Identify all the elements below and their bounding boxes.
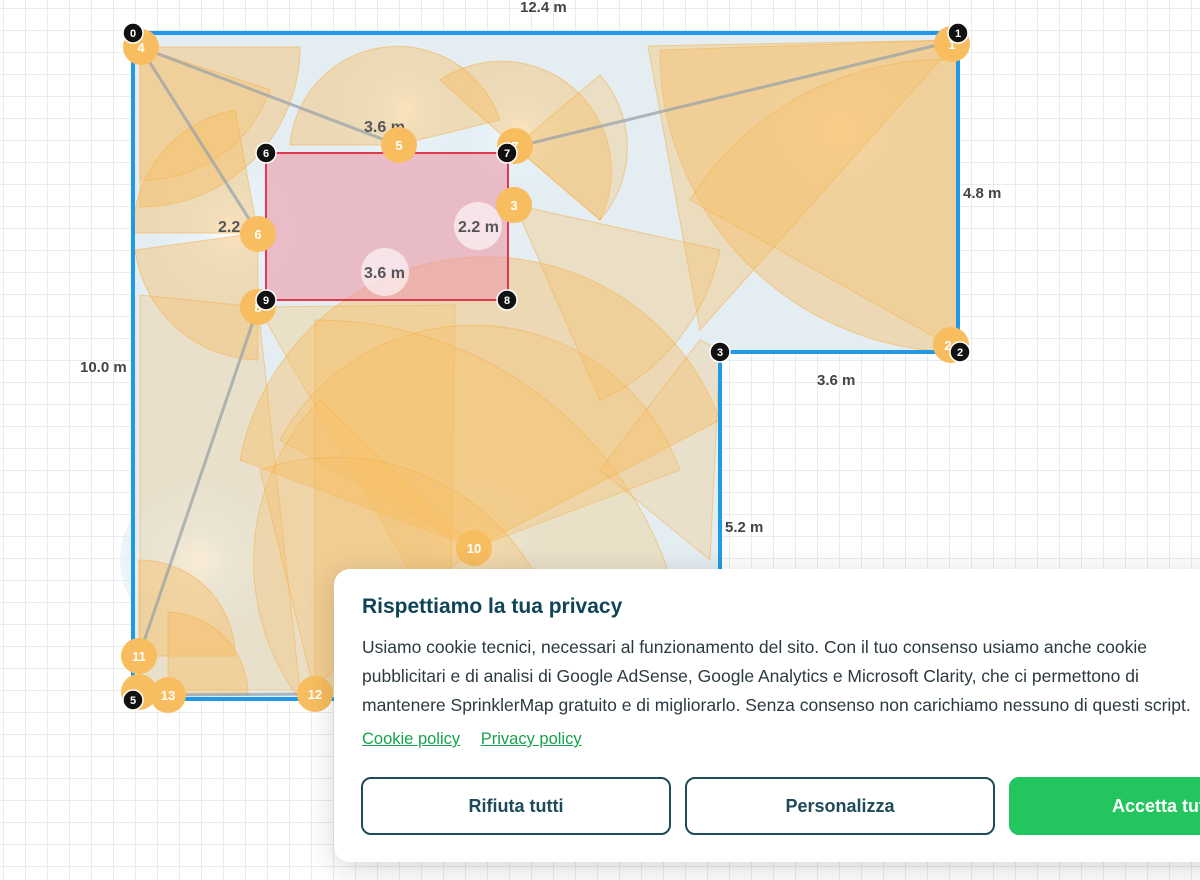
vertex-6[interactable]: 6 bbox=[255, 142, 277, 164]
vertex-8[interactable]: 8 bbox=[496, 289, 518, 311]
svg-text:8: 8 bbox=[504, 295, 510, 307]
svg-text:1: 1 bbox=[955, 28, 961, 40]
sprinkler-5[interactable]: 5 bbox=[381, 127, 417, 163]
svg-text:3: 3 bbox=[717, 347, 723, 359]
reject-all-button[interactable]: Rifiuta tutti bbox=[361, 777, 671, 835]
cookie-banner-links: Cookie policy Privacy policy bbox=[362, 730, 1200, 749]
customize-button[interactable]: Personalizza bbox=[685, 777, 995, 835]
dim-inner-step: 3.6 m bbox=[817, 372, 855, 389]
sprinkler-13[interactable]: 13 bbox=[150, 677, 186, 713]
obstacle-dim-center: 3.6 m bbox=[364, 265, 405, 282]
sprinkler-11[interactable]: 11 bbox=[121, 638, 157, 674]
cookie-banner-title: Rispettiamo la tua privacy bbox=[362, 595, 623, 618]
vertex-9[interactable]: 9 bbox=[255, 289, 277, 311]
sprinkler-3[interactable]: 3 bbox=[496, 187, 532, 223]
svg-text:2: 2 bbox=[957, 347, 963, 359]
accept-all-button[interactable]: Accetta tutti bbox=[1009, 777, 1200, 835]
cookie-consent-banner: Rispettiamo la tua privacy Usiamo cookie… bbox=[334, 569, 1200, 862]
svg-text:10: 10 bbox=[467, 541, 481, 556]
svg-text:7: 7 bbox=[504, 148, 510, 160]
cookie-banner-text: Usiamo cookie tecnici, necessari al funz… bbox=[362, 637, 1191, 715]
dim-right-upper: 4.8 m bbox=[963, 185, 1001, 202]
cookie-banner-actions: Rifiuta tutti Personalizza Accetta tutti bbox=[361, 777, 1200, 835]
vertex-0[interactable]: 0 bbox=[122, 22, 144, 44]
vertex-2[interactable]: 2 bbox=[949, 341, 971, 363]
dim-right-lower: 5.2 m bbox=[725, 519, 763, 536]
vertex-7[interactable]: 7 bbox=[496, 142, 518, 164]
svg-text:6: 6 bbox=[263, 148, 269, 160]
cookie-policy-link[interactable]: Cookie policy bbox=[362, 730, 460, 748]
vertex-3[interactable]: 3 bbox=[709, 341, 731, 363]
svg-text:11: 11 bbox=[132, 649, 146, 664]
dim-top: 12.4 m bbox=[520, 0, 567, 16]
vertex-1[interactable]: 1 bbox=[947, 22, 969, 44]
sprinkler-10[interactable]: 10 bbox=[456, 530, 492, 566]
privacy-policy-link[interactable]: Privacy policy bbox=[481, 730, 582, 748]
svg-text:6: 6 bbox=[254, 227, 261, 242]
obstacle-dim-left: 2.2 bbox=[218, 219, 240, 236]
svg-text:3: 3 bbox=[510, 198, 517, 213]
svg-text:12: 12 bbox=[308, 687, 322, 702]
svg-text:5: 5 bbox=[395, 138, 402, 153]
obstacle-dim-right: 2.2 m bbox=[458, 219, 499, 236]
dim-left: 10.0 m bbox=[80, 359, 127, 376]
sprinkler-6[interactable]: 6 bbox=[240, 216, 276, 252]
svg-text:4: 4 bbox=[137, 40, 145, 55]
vertex-5[interactable]: 5 bbox=[122, 689, 144, 711]
svg-text:9: 9 bbox=[263, 295, 269, 307]
sprinkler-12[interactable]: 12 bbox=[297, 676, 333, 712]
svg-text:0: 0 bbox=[130, 28, 136, 40]
svg-text:13: 13 bbox=[161, 688, 175, 703]
svg-text:5: 5 bbox=[130, 695, 136, 707]
